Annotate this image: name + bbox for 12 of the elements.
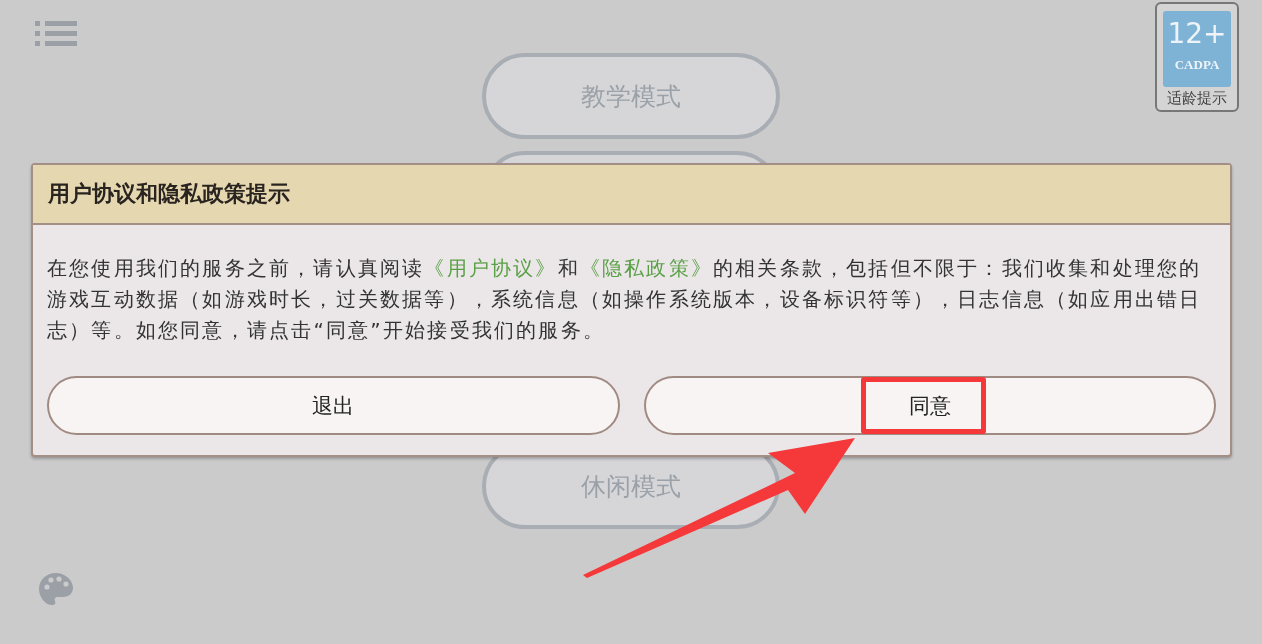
menu-icon[interactable] [35,20,77,47]
agreement-text: 在您使用我们的服务之前，请认真阅读《用户协议》和《隐私政策》的相关条款，包括但不限于：我们收集和处理您的游戏互动数据（如游戏时长，过关数据等），系统信息（如操作系统版本，设备标识符等），日志信息（如应用出错日志）等。如您同意，请点击“同意”开始接受我们的服务。 [47,255,1203,344]
age-rating: 12+ [1167,16,1227,52]
exit-button[interactable]: 退出 [47,376,620,435]
dialog-title: 用户协议和隐私政策提示 [48,180,290,208]
palette-icon[interactable] [38,572,74,606]
policy-link[interactable]: 《用户协议》 [424,256,558,280]
agree-button[interactable]: 同意 [643,376,1216,435]
mode-button[interactable]: 教学模式 [482,53,780,139]
age-rating-caption: 适龄提示 [1167,89,1227,108]
policy-link[interactable]: 《隐私政策》 [579,256,713,280]
rating-organization: CADPA [1174,57,1220,73]
